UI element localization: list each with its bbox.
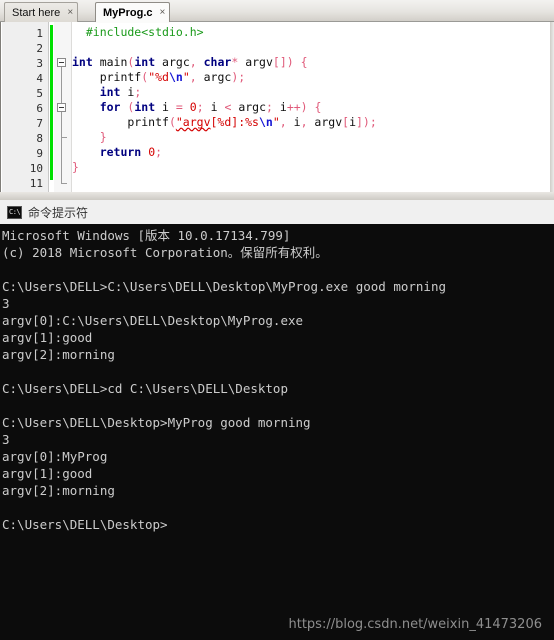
console-line: C:\Users\DELL>C:\Users\DELL\Desktop\MyPr… [2, 279, 447, 294]
close-icon[interactable]: × [160, 7, 166, 18]
console-line: Microsoft Windows [版本 10.0.17134.799] [2, 228, 291, 243]
code-line-9: return 0; [72, 145, 163, 159]
code-line-4: printf("%d\n", argc); [72, 70, 246, 84]
cmd-icon [7, 205, 22, 219]
console-title-label: 命令提示符 [28, 205, 89, 220]
line-number: 4 [36, 72, 43, 85]
source-code-text[interactable]: #include<stdio.h> int main(int argc, cha… [72, 22, 552, 200]
console-title-bar[interactable]: 命令提示符 [0, 200, 554, 224]
command-prompt-window: 命令提示符 Microsoft Windows [版本 10.0.17134.7… [0, 200, 554, 640]
close-icon[interactable]: × [67, 7, 73, 18]
watermark-url: https://blog.csdn.net/weixin_41473206 [288, 617, 542, 632]
console-line: C:\Users\DELL\Desktop>MyProg good mornin… [2, 415, 311, 430]
tab-start-here-label: Start here [12, 6, 61, 19]
fold-range-end [61, 183, 67, 184]
tab-start-here[interactable]: Start here × [4, 2, 79, 22]
line-number: 8 [36, 132, 43, 145]
code-editor-window: Start here × MyProg.c × 1 2 3 4 5 6 7 8 … [0, 0, 554, 200]
fold-range-line [61, 112, 62, 137]
code-line-6: for (int i = 0; i < argc; i++) { [72, 100, 322, 114]
console-line: 3 [2, 296, 10, 311]
tab-myprog-c[interactable]: MyProg.c × [95, 2, 171, 22]
line-number: 11 [29, 177, 43, 190]
code-line-8: } [72, 130, 107, 144]
modified-lines-marker [50, 25, 53, 180]
console-line: (c) 2018 Microsoft Corporation。保留所有权利。 [2, 245, 328, 260]
code-line-7: printf("argv[%d]:%s\n", i, argv[i]); [72, 115, 377, 129]
line-number: 9 [36, 147, 43, 160]
editor-vertical-scrollbar[interactable] [550, 22, 554, 200]
line-number: 5 [36, 87, 43, 100]
console-line: 3 [2, 432, 10, 447]
line-number: 1 [36, 27, 43, 40]
console-line: C:\Users\DELL>cd C:\Users\DELL\Desktop [2, 381, 288, 396]
code-line-5: int i; [72, 85, 142, 99]
console-line: argv[0]:C:\Users\DELL\Desktop\MyProg.exe [2, 313, 304, 328]
line-number: 3 [36, 57, 43, 70]
line-number-gutter: 1 2 3 4 5 6 7 8 9 10 11 [2, 22, 49, 200]
fold-range-line [61, 67, 62, 103]
line-number: 6 [36, 102, 43, 115]
console-output[interactable]: Microsoft Windows [版本 10.0.17134.799] (c… [0, 224, 554, 640]
console-line: argv[1]:good [2, 330, 93, 345]
code-line-10: } [72, 160, 79, 174]
fold-toggle-icon[interactable] [57, 103, 66, 112]
code-folding-gutter[interactable] [54, 22, 72, 200]
fold-range-line [61, 137, 62, 183]
console-line: argv[0]:MyProg [2, 449, 108, 464]
line-number: 7 [36, 117, 43, 130]
code-area[interactable]: 1 2 3 4 5 6 7 8 9 10 11 #include<stdio.h… [0, 22, 554, 200]
console-line: argv[1]:good [2, 466, 93, 481]
console-prompt-line: C:\Users\DELL\Desktop> [2, 517, 168, 532]
tab-myprog-c-label: MyProg.c [103, 6, 153, 19]
editor-bottom-edge [0, 192, 554, 200]
editor-tab-strip: Start here × MyProg.c × [0, 0, 554, 22]
fold-toggle-icon[interactable] [57, 58, 66, 67]
console-line: argv[2]:morning [2, 347, 115, 362]
line-number: 2 [36, 42, 43, 55]
code-line-3: int main(int argc, char* argv[]) { [72, 55, 308, 69]
code-line-1: #include<stdio.h> [72, 25, 204, 39]
console-line: argv[2]:morning [2, 483, 115, 498]
line-number: 10 [29, 162, 43, 175]
